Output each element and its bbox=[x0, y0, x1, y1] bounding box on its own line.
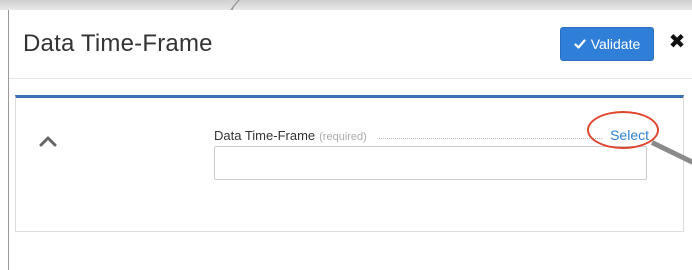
chevron-up-icon[interactable] bbox=[38, 134, 58, 148]
field-label: Data Time-Frame bbox=[214, 128, 316, 143]
page: Data Time-Frame Validate ✖ Data Time-Fra… bbox=[0, 0, 692, 270]
dotted-leader bbox=[378, 138, 603, 139]
modal-dialog: Data Time-Frame Validate ✖ Data Time-Fra… bbox=[8, 10, 692, 270]
close-icon[interactable]: ✖ bbox=[668, 30, 686, 54]
field-panel: Data Time-Frame (required) Select bbox=[15, 95, 684, 232]
select-link[interactable]: Select bbox=[610, 127, 649, 143]
validate-button[interactable]: Validate bbox=[560, 27, 654, 61]
validate-button-label: Validate bbox=[590, 36, 641, 52]
field-label-row: Data Time-Frame (required) Select bbox=[214, 123, 649, 143]
field-required-note: (required) bbox=[319, 131, 367, 143]
background-window-edge bbox=[0, 0, 692, 10]
check-icon bbox=[574, 39, 586, 49]
data-time-frame-input[interactable] bbox=[214, 146, 647, 180]
modal-header: Data Time-Frame Validate ✖ bbox=[9, 10, 692, 79]
modal-title: Data Time-Frame bbox=[23, 30, 213, 57]
